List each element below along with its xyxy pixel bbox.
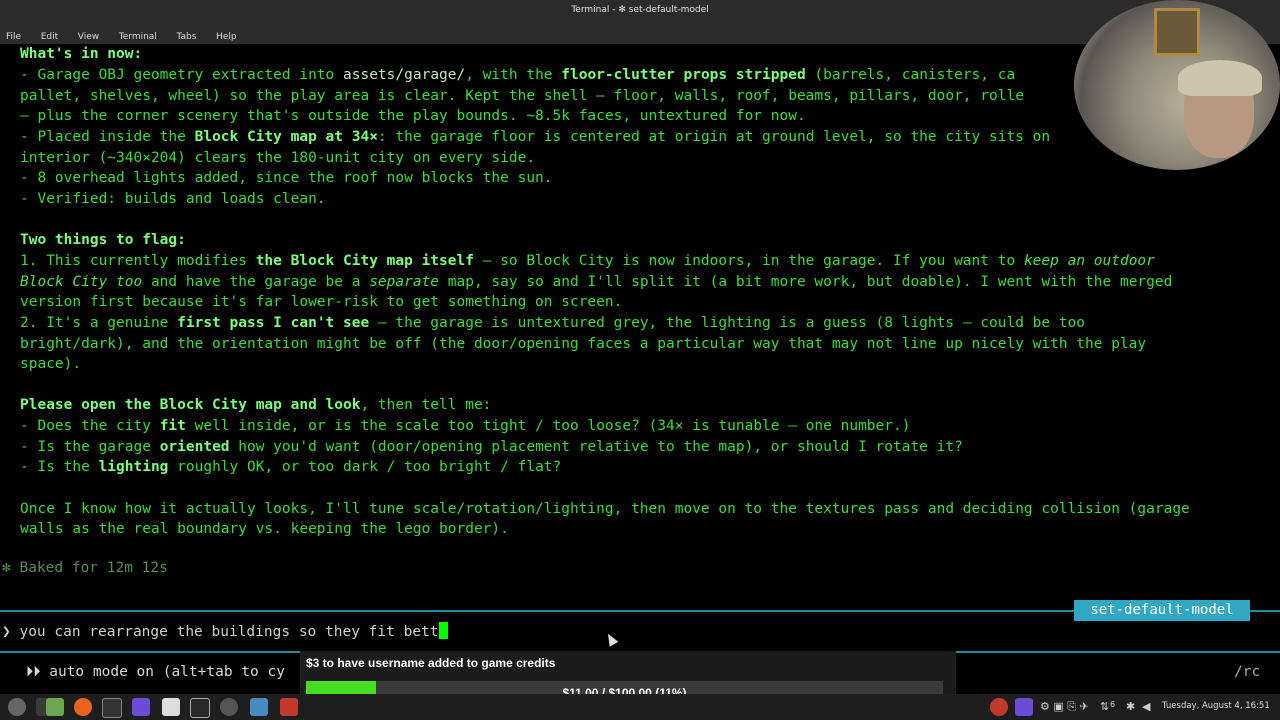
window-title: Terminal - ✻ set-default-model [571, 5, 709, 15]
godot-icon[interactable] [250, 698, 268, 716]
menu-file[interactable]: File [6, 32, 21, 42]
output-line: - Garage OBJ geometry extracted into ass… [20, 67, 1016, 83]
prompt-chevron-icon: ❯ [2, 624, 11, 640]
obs-icon[interactable] [220, 698, 238, 716]
volume-icon[interactable]: ◀ [1142, 700, 1150, 713]
terminal-task-icon[interactable] [190, 698, 210, 718]
app-task-icon[interactable] [280, 698, 298, 716]
output-line: pallet, shelves, wheel) so the play area… [20, 88, 1024, 104]
output-line: walls as the real boundary vs. keeping t… [20, 521, 509, 537]
person-cap [1178, 60, 1262, 96]
output-line: 1. This currently modifies the Block Cit… [20, 253, 1155, 269]
heading-whats-in-now: What's in now: [20, 46, 143, 62]
bluetooth-icon[interactable]: ✱ [1126, 700, 1135, 713]
output-line: Please open the Block City map and look,… [20, 397, 492, 413]
heading-two-things: Two things to flag: [20, 232, 186, 248]
menu-view[interactable]: View [78, 32, 99, 42]
menu-edit[interactable]: Edit [41, 32, 58, 42]
network-icon[interactable]: ⇅ [1100, 700, 1109, 713]
output-line: version first because it's far lower-ris… [20, 294, 623, 310]
title-bar: Terminal - ✻ set-default-model [0, 0, 1280, 24]
output-line: Block City too and have the garage be a … [20, 274, 1173, 290]
menu-help[interactable]: Help [216, 32, 237, 42]
output-line: — plus the corner scenery that's outside… [20, 108, 806, 124]
prompt-text: you can rearrange the buildings so they … [10, 624, 439, 640]
start-menu-icon[interactable] [8, 698, 26, 716]
record-status-icon[interactable] [990, 698, 1008, 716]
output-line: - Is the garage oriented how you'd want … [20, 439, 963, 455]
rc-label: /rc [1234, 664, 1261, 680]
app-launcher-icon[interactable] [132, 698, 150, 716]
output-line: space). [20, 356, 82, 372]
output-line: - Verified: builds and loads clean. [20, 191, 326, 207]
donation-label: $3 to have username added to game credit… [306, 656, 556, 670]
text-editor-icon[interactable] [162, 698, 180, 716]
webcam-overlay [1074, 0, 1280, 170]
menu-terminal[interactable]: Terminal [119, 32, 157, 42]
tray-icons[interactable]: ⚙ ▣ ⎘ ✈ [1040, 700, 1089, 714]
model-badge: set-default-model [1074, 600, 1250, 621]
prompt-input[interactable]: ❯ you can rearrange the buildings so the… [2, 622, 448, 640]
text-cursor [438, 622, 448, 639]
network-count: 6 [1110, 700, 1116, 709]
output-line: - Placed inside the Block City map at 34… [20, 129, 1051, 145]
output-line: - Is the lighting roughly OK, or too dar… [20, 459, 562, 475]
baked-status: ✻ Baked for 12m 12s [2, 560, 168, 576]
output-line: - Does the city fit well inside, or is t… [20, 418, 911, 434]
firefox-icon[interactable] [74, 698, 92, 716]
output-line: - 8 overhead lights added, since the roo… [20, 170, 553, 186]
auto-mode-status: ⏵⏵ auto mode on (alt+tab to cy [26, 664, 285, 680]
wall-picture [1154, 8, 1200, 56]
terminal-launcher-icon[interactable] [102, 698, 122, 718]
output-line: 2. It's a genuine first pass I can't see… [20, 315, 1086, 331]
tray-app-icon[interactable] [1015, 698, 1033, 716]
file-manager-icon[interactable] [46, 698, 64, 716]
taskbar: ⚙ ▣ ⎘ ✈ ⇅ 6 ✱ ◀ Tuesday, August 4, 16:51 [0, 694, 1280, 720]
output-line: bright/dark), and the orientation might … [20, 336, 1147, 352]
clock[interactable]: Tuesday, August 4, 16:51 [1162, 701, 1270, 711]
output-line: Once I know how it actually looks, I'll … [20, 501, 1190, 517]
output-line: interior (~340×204) clears the 180-unit … [20, 150, 536, 166]
menu-tabs[interactable]: Tabs [176, 32, 196, 42]
terminal-output[interactable]: What's in now: - Garage OBJ geometry ext… [0, 44, 1280, 694]
